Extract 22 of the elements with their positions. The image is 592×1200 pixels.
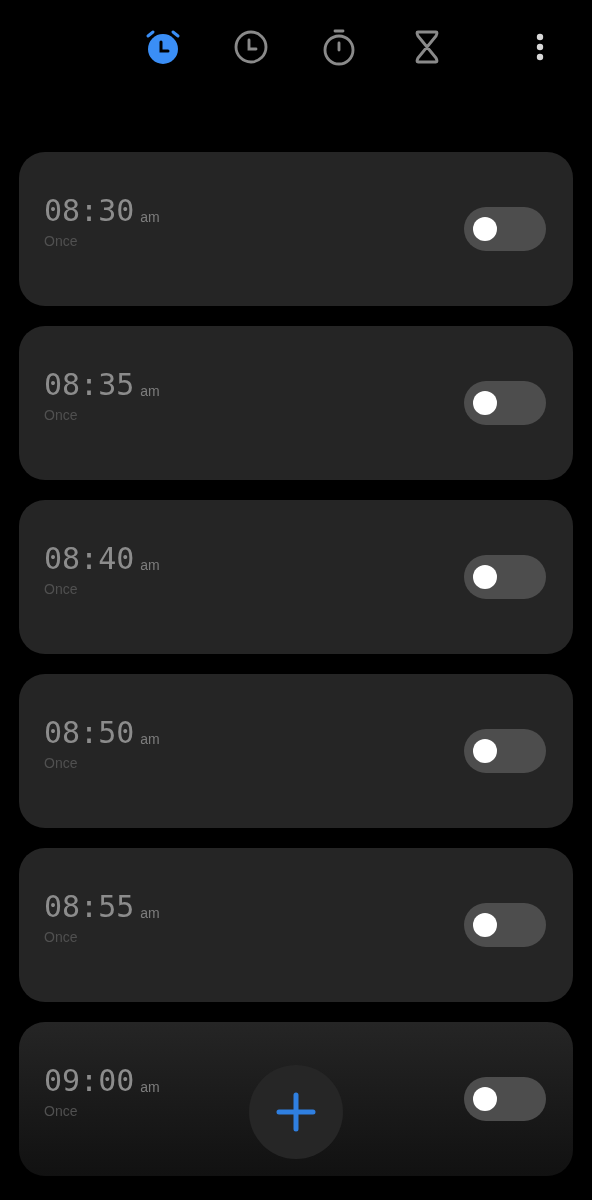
plus-icon: [276, 1092, 316, 1132]
alarm-time: 08:35: [44, 370, 135, 400]
am-pm-label: am: [140, 1080, 160, 1094]
am-pm-label: am: [140, 732, 160, 746]
am-pm-label: am: [140, 558, 160, 572]
alarm-time: 08:55: [44, 892, 135, 922]
alarm-switch[interactable]: [464, 207, 546, 251]
alarm-time: 08:40: [44, 544, 135, 574]
alarm-time: 08:50: [44, 718, 135, 748]
alarm-switch[interactable]: [464, 1077, 546, 1121]
alarm-card[interactable]: 09:00 am Once: [19, 1022, 573, 1176]
am-pm-label: am: [140, 210, 160, 224]
alarm-switch[interactable]: [464, 903, 546, 947]
alarm-time: 09:00: [44, 1066, 135, 1096]
repeat-label: Once: [44, 1104, 79, 1118]
menu-icon: [536, 32, 544, 61]
alarm-time: 08:30: [44, 196, 135, 226]
alarm-switch[interactable]: [464, 729, 546, 773]
am-pm-label: am: [140, 384, 160, 398]
alarm-switch[interactable]: [464, 555, 546, 599]
alarm-switch[interactable]: [464, 381, 546, 425]
am-pm-label: am: [140, 906, 160, 920]
